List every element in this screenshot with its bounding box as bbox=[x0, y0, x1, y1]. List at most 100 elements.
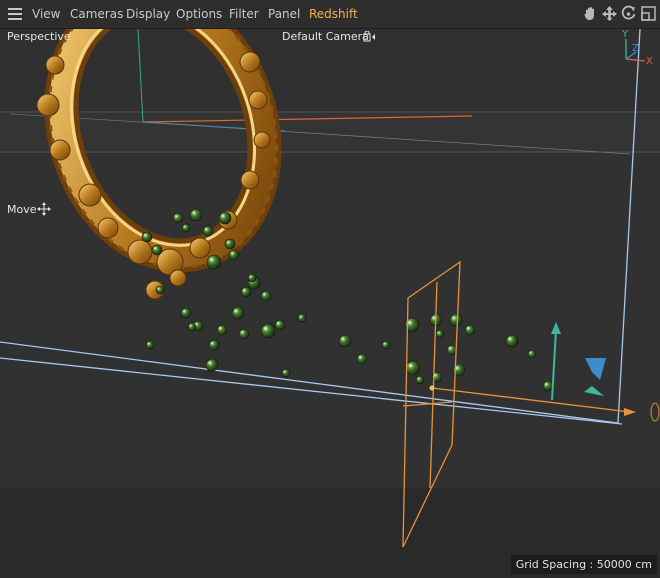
bubble-highlight bbox=[417, 377, 420, 380]
menu-view[interactable]: View bbox=[32, 7, 60, 21]
bubble-highlight bbox=[359, 356, 362, 359]
bubble-highlight bbox=[227, 241, 230, 244]
particle-bubble bbox=[238, 328, 250, 340]
bubble-highlight bbox=[263, 293, 266, 296]
camera-lock-icon[interactable] bbox=[363, 31, 377, 43]
axis-y-label: Y bbox=[622, 29, 629, 40]
hamburger-menu-icon[interactable] bbox=[8, 8, 22, 20]
particle-bubble bbox=[356, 353, 368, 365]
hand-pan-icon[interactable] bbox=[582, 5, 599, 22]
particle-bubble bbox=[274, 319, 286, 331]
particle-bubble bbox=[181, 223, 191, 233]
maximize-view-icon[interactable] bbox=[640, 5, 657, 22]
particle-bubble bbox=[205, 358, 219, 372]
bubble-highlight bbox=[147, 342, 150, 345]
particle-bubble bbox=[260, 290, 272, 302]
particle-bubble bbox=[527, 349, 537, 359]
bubble-highlight bbox=[219, 327, 222, 330]
particle-bubble bbox=[464, 324, 476, 336]
particle-bubble bbox=[208, 339, 220, 351]
bubble-highlight bbox=[508, 337, 512, 341]
bubble-highlight bbox=[545, 383, 548, 386]
move-cross-icon bbox=[37, 202, 51, 216]
bubble-highlight bbox=[467, 327, 470, 330]
particle-bubble bbox=[415, 375, 425, 385]
particle-bubble bbox=[206, 254, 222, 270]
particle-bubble bbox=[151, 244, 163, 256]
particle-bubble bbox=[224, 238, 236, 250]
bubble-highlight bbox=[221, 214, 225, 218]
particle-bubble bbox=[141, 231, 153, 243]
bubble-highlight bbox=[437, 331, 440, 334]
axis-x-label: X bbox=[646, 56, 653, 67]
particle-bubble bbox=[297, 313, 307, 323]
bubble-highlight bbox=[208, 361, 212, 365]
menu-redshift[interactable]: Redshift bbox=[309, 7, 358, 21]
bubble-highlight bbox=[407, 320, 412, 325]
particle-bubble bbox=[145, 340, 155, 350]
projection-label[interactable]: Perspective bbox=[7, 30, 71, 43]
bubble-highlight bbox=[263, 326, 268, 331]
bubble-highlight bbox=[299, 315, 302, 318]
particle-bubble bbox=[405, 360, 421, 376]
viewport-scene bbox=[0, 29, 660, 578]
bubble-highlight bbox=[452, 316, 456, 320]
viewport-window: View Cameras Display Options Filter Pane… bbox=[0, 0, 660, 578]
menu-cameras[interactable]: Cameras bbox=[70, 7, 123, 21]
bubble-highlight bbox=[241, 331, 244, 334]
particle-bubble bbox=[231, 306, 245, 320]
particle-bubble bbox=[189, 208, 203, 222]
bubble-highlight bbox=[449, 347, 452, 350]
bubble-highlight bbox=[189, 324, 192, 327]
grid-spacing-label: Grid Spacing : 50000 cm bbox=[510, 555, 657, 574]
bubble-highlight bbox=[277, 322, 280, 325]
menu-filter[interactable]: Filter bbox=[229, 7, 259, 21]
viewport-menubar: View Cameras Display Options Filter Pane… bbox=[0, 0, 660, 29]
bubble-highlight bbox=[211, 342, 214, 345]
bubble-highlight bbox=[144, 234, 147, 237]
particle-bubble bbox=[202, 225, 214, 237]
move-arrows-icon[interactable] bbox=[601, 5, 618, 22]
particle-bubble bbox=[435, 329, 445, 339]
particle-bubble bbox=[247, 273, 257, 283]
particle-bubble bbox=[505, 334, 519, 348]
menu-panel[interactable]: Panel bbox=[268, 7, 300, 21]
bubble-highlight bbox=[529, 351, 532, 354]
bubble-highlight bbox=[249, 275, 252, 278]
menu-options[interactable]: Options bbox=[176, 7, 222, 21]
particle-bubble bbox=[180, 307, 192, 319]
menu-display[interactable]: Display bbox=[126, 7, 170, 21]
background-layers bbox=[0, 29, 660, 578]
bubble-highlight bbox=[157, 287, 160, 290]
bubble-highlight bbox=[408, 363, 413, 368]
rotate-icon[interactable] bbox=[620, 5, 637, 22]
bubble-highlight bbox=[175, 215, 178, 218]
bubble-highlight bbox=[432, 316, 436, 320]
active-tool-label: Move bbox=[7, 203, 37, 216]
particle-bubble bbox=[187, 322, 197, 332]
particle-bubble bbox=[381, 340, 391, 350]
bubble-highlight bbox=[192, 211, 196, 215]
particle-bubble bbox=[542, 380, 554, 392]
camera-label[interactable]: Default Camera bbox=[282, 30, 369, 43]
bubble-highlight bbox=[205, 228, 208, 231]
bubble-highlight bbox=[383, 342, 386, 345]
axis-z-label: Z bbox=[632, 43, 639, 54]
3d-viewport[interactable]: Perspective Default Camera Move Y Z X Gr… bbox=[0, 29, 660, 578]
particle-bubble bbox=[281, 368, 291, 378]
bubble-highlight bbox=[231, 252, 234, 255]
particle-bubble bbox=[240, 286, 252, 298]
particle-bubble bbox=[172, 212, 184, 224]
particle-bubble bbox=[155, 285, 165, 295]
bubble-highlight bbox=[234, 309, 238, 313]
bubble-highlight bbox=[243, 289, 246, 292]
particle-bubble bbox=[260, 323, 276, 339]
particle-bubble bbox=[338, 334, 352, 348]
bubble-highlight bbox=[183, 310, 186, 313]
particle-bubble bbox=[228, 249, 240, 261]
bubble-highlight bbox=[341, 337, 345, 341]
particle-bubble bbox=[216, 324, 228, 336]
particle-bubble bbox=[218, 211, 232, 225]
particle-bubble bbox=[449, 313, 463, 327]
bubble-highlight bbox=[154, 247, 157, 250]
